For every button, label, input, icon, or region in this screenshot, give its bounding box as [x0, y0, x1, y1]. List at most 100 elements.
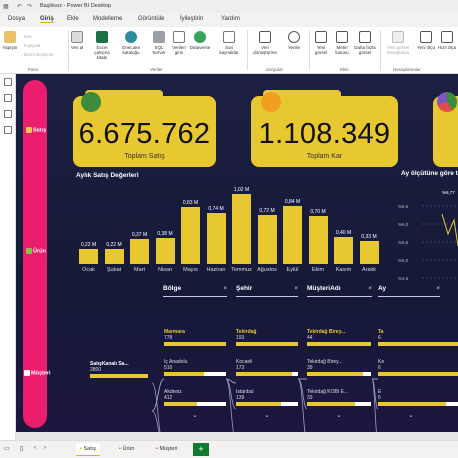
menu-insert[interactable]: Ekle [67, 16, 79, 22]
tree-node-customer[interactable]: Tekirdağ Birey... 44 [307, 329, 371, 346]
bar-data-label: 0,22 M [106, 241, 122, 248]
tree-node-region[interactable]: Akdeniz 412 [164, 389, 226, 406]
model-view-icon[interactable] [4, 110, 12, 118]
tree-node-customer[interactable]: Tekirdağ Birey... 39 [307, 359, 371, 376]
menu-bar: Dosya Giriş Ekle Modelleme Görüntüle İyi… [0, 13, 458, 27]
tree-root-node[interactable]: SatışKanalı Sa... 2800 [90, 361, 148, 378]
tree-node-city[interactable]: İstanbul 139 [236, 389, 298, 406]
measure-icon [420, 31, 432, 43]
line-chart: %6,77 %6,5 %6,0 %5,5 %5,0 %4,5 [398, 184, 458, 284]
money-icon [81, 92, 101, 112]
chart-bar[interactable] [130, 238, 149, 264]
monthly-sales-chart: 0,22 M Ocak 0,22 M Şubat 0,37 M Mart 0,38 M Nis… [76, 184, 396, 276]
page-tabs-bar: ▭ ▯ ‹ › ▪ Satış ▪ Ürün ▪ Müşteri + [0, 440, 458, 458]
menu-view[interactable]: Görüntüle [138, 16, 164, 22]
onelake-button[interactable]: OneLake kataloğu [117, 31, 145, 55]
excel-button[interactable]: Excel çalışma kitabı [89, 31, 115, 60]
tree-node-region[interactable]: Marmara 778 [164, 329, 226, 346]
new-measure-button[interactable]: Yeni ölçü [416, 31, 436, 50]
chart-bar[interactable] [155, 237, 175, 264]
chevron-down-icon[interactable]: ⌄ [408, 411, 414, 419]
chart-bar[interactable] [206, 213, 226, 264]
transform-icon [259, 31, 271, 43]
transform-data-button[interactable]: Veri dönüştürme [250, 31, 280, 55]
excel-icon [96, 31, 108, 43]
table-view-icon[interactable] [4, 94, 12, 102]
redo-icon[interactable]: ↷ [27, 3, 32, 10]
chevron-down-icon[interactable]: ⌄ [336, 411, 342, 419]
recent-icon [223, 31, 235, 43]
more-visuals-button[interactable]: Daha fazla görsel [352, 31, 378, 55]
chart-bar[interactable] [283, 206, 302, 264]
line-tick-2: %6,0 [398, 222, 409, 227]
product-tab-icon: ▪ [119, 446, 121, 452]
line-tick-3: %5,5 [398, 240, 409, 245]
bar-data-label: 0,38 M [157, 230, 173, 237]
tree-node-region[interactable]: İç Anadolu 510 [164, 359, 226, 376]
chart-bar[interactable] [79, 248, 98, 264]
text-box-button[interactable]: Metin kutusu [331, 31, 353, 55]
chevron-down-icon[interactable]: ⌄ [192, 411, 198, 419]
menu-home[interactable]: Giriş [40, 16, 54, 23]
customer-tab-icon: ▪ [156, 446, 158, 452]
chevron-down-icon[interactable]: ⌄ [264, 411, 270, 419]
table-icon [173, 31, 185, 43]
title-bar: ▦ ↶ ↷ Başlıksız - Power BI Desktop [0, 0, 458, 13]
format-painter-button[interactable]: Biçim Boyacısı [24, 50, 54, 59]
more-visuals-icon [359, 31, 371, 43]
get-data-button[interactable]: Veri al [66, 31, 88, 50]
tree-node-customer[interactable]: Tekirdağ KOBİ E... 33 [307, 389, 371, 406]
chart-bar[interactable] [104, 248, 124, 264]
sales-tab-icon: ▪ [80, 446, 82, 452]
menu-file[interactable]: Dosya [8, 16, 25, 22]
chart-bar[interactable] [308, 215, 328, 264]
bar-data-label: 0,83 M [182, 200, 199, 207]
line-chart-title: Ay ölçütüne göre t [401, 170, 458, 177]
next-page-icon[interactable]: › [44, 445, 46, 451]
tree-node-city[interactable]: Kocaeli 173 [236, 359, 298, 376]
dax-query-icon[interactable] [4, 126, 12, 134]
total-sales-label: Toplam Satış [124, 153, 165, 160]
add-page-button[interactable]: + [193, 443, 209, 456]
prev-page-icon[interactable]: ‹ [34, 445, 36, 451]
cut-button[interactable]: Kes [24, 32, 54, 41]
sales-icon [26, 127, 32, 133]
recent-sources-button[interactable]: Son kaynaklar [216, 31, 242, 55]
new-visual-button[interactable]: Yeni görsel [310, 31, 332, 55]
chart-bar[interactable] [232, 194, 251, 264]
sql-server-button[interactable]: SQL Server [148, 31, 170, 55]
paste-button[interactable]: Yapıştır [0, 31, 23, 50]
nav-item-customer[interactable]: Müşteri [24, 370, 60, 376]
nav-item-product[interactable]: Ürün [26, 248, 62, 254]
new-visual-calc-button[interactable]: Yeni görsel hesaplama [380, 31, 416, 55]
bar-chart-icon [315, 31, 327, 43]
menu-help[interactable]: Yardım [221, 16, 240, 22]
report-view-icon[interactable] [4, 78, 12, 86]
tab-sales[interactable]: ▪ Satış [76, 443, 101, 456]
chart-bar[interactable] [359, 241, 379, 264]
menu-modeling[interactable]: Modelleme [93, 16, 122, 22]
mobile-view-icon[interactable]: ▯ [20, 445, 23, 452]
undo-icon[interactable]: ↶ [17, 3, 22, 10]
chart-bar[interactable] [181, 207, 200, 264]
clipboard-icon [4, 31, 16, 43]
tab-product[interactable]: ▪ Ürün [115, 443, 138, 456]
ribbon: Yapıştır Kes Kopyala Biçim Boyacısı Pano… [0, 27, 458, 74]
tree-node-month[interactable]: E 5 [378, 389, 458, 406]
refresh-button[interactable]: Yenile [283, 31, 305, 50]
chart-bar[interactable] [257, 214, 277, 264]
desktop-view-icon[interactable]: ▭ [4, 445, 10, 452]
copy-button[interactable]: Kopyala [24, 41, 54, 50]
dataverse-button[interactable]: Dataverse [187, 31, 213, 50]
menu-optimize[interactable]: İyileştirin [180, 16, 203, 22]
nav-item-sales[interactable]: Satış [26, 127, 62, 133]
bar-data-label: 1,02 M [233, 187, 250, 193]
chart-bar[interactable] [334, 236, 353, 264]
tree-node-month[interactable]: Ke 6 [378, 359, 458, 376]
tab-customer[interactable]: ▪ Müşteri [152, 443, 182, 456]
tree-node-month[interactable]: Ta 6 [378, 329, 458, 346]
kpi-card-total-sales: 6.675.762 Toplam Satış [73, 90, 216, 167]
tree-node-city[interactable]: Tekirdağ 193 [236, 329, 298, 346]
quick-measure-button[interactable]: Hızlı ölçü [436, 31, 458, 50]
database-icon [71, 31, 83, 43]
